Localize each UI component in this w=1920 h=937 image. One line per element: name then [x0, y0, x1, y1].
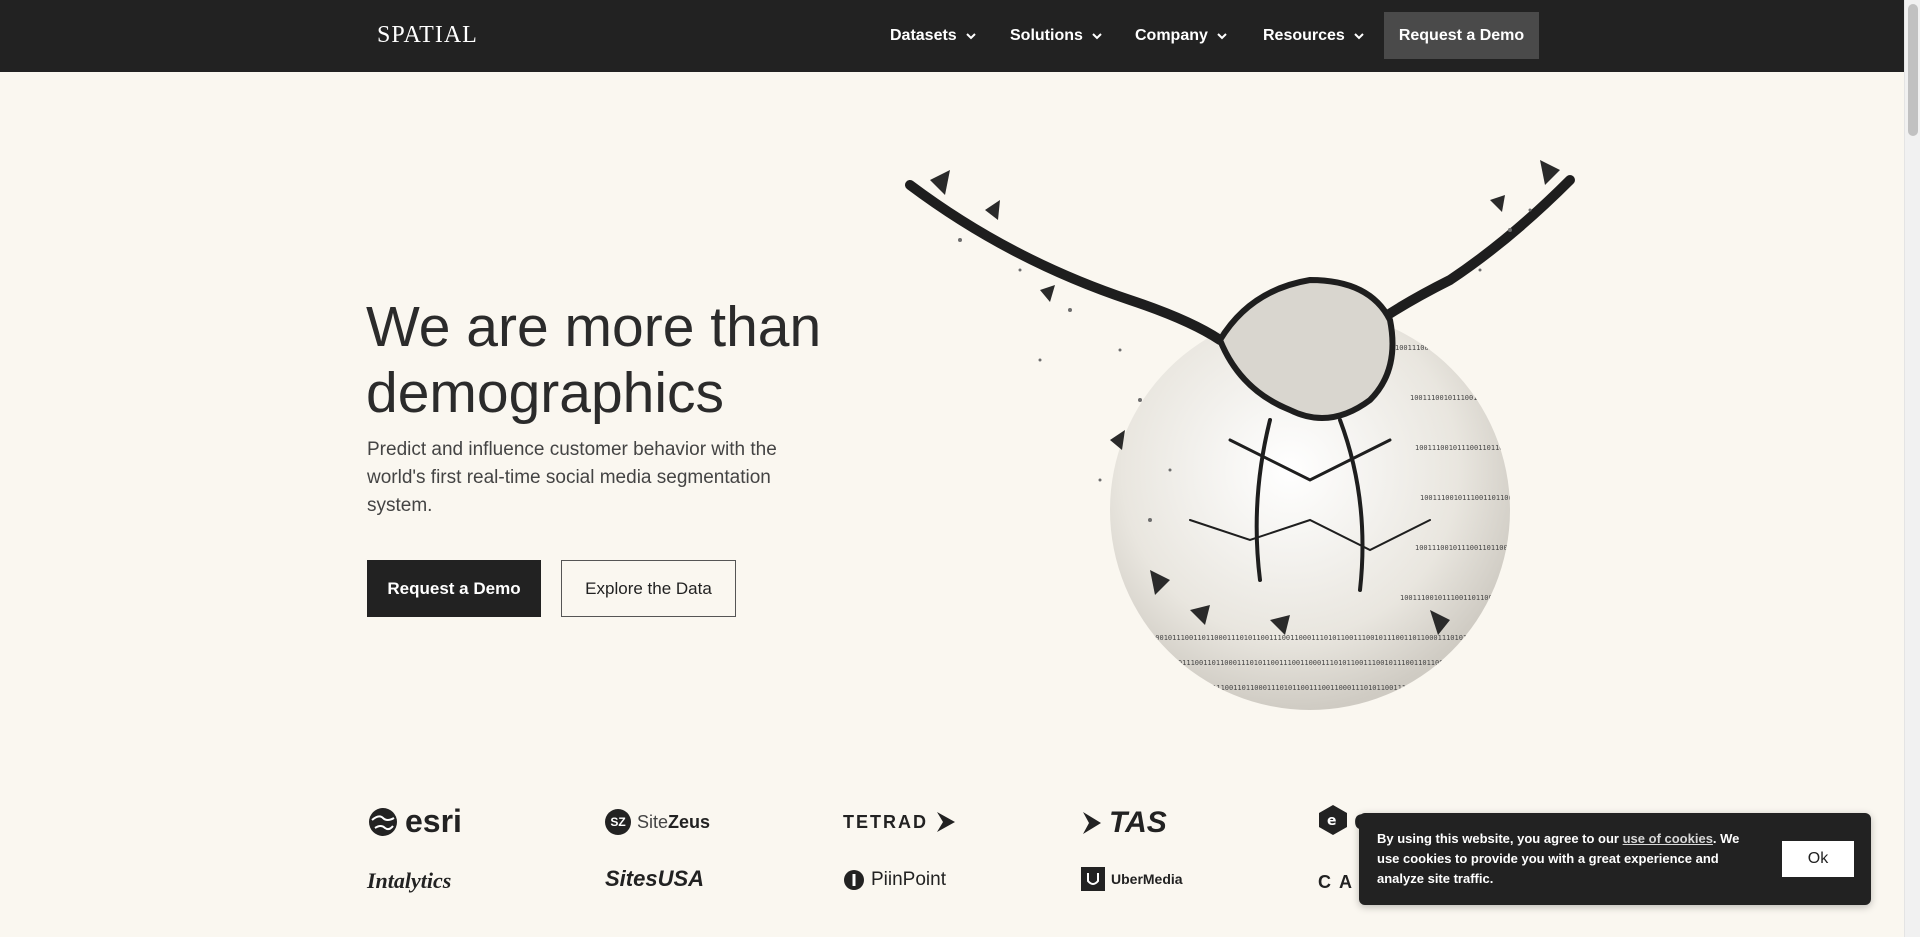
- svg-text:e: e: [1327, 813, 1337, 829]
- binary-text: 1001110010111001101100011101011001110011…: [1170, 684, 1590, 692]
- chevron-down-icon: [1354, 33, 1364, 40]
- logo-sitezeus: SZ Site Zeus: [605, 809, 710, 835]
- play-icon: [937, 812, 955, 832]
- logo-sitezeus-text-a: Site: [637, 811, 669, 832]
- explore-data-button[interactable]: Explore the Data: [561, 560, 736, 617]
- ubermedia-icon: [1081, 867, 1105, 891]
- header-request-demo-button[interactable]: Request a Demo: [1384, 12, 1539, 59]
- chevron-down-icon: [965, 33, 976, 40]
- binary-text: 1001110010111001101100011101011001110011…: [1415, 544, 1590, 552]
- play-icon: [1083, 812, 1101, 834]
- page-scrollbar[interactable]: [1904, 0, 1920, 937]
- logo-sitesusa: SitesUSA: [605, 866, 704, 892]
- scrollbar-thumb[interactable]: [1908, 4, 1918, 136]
- logo-tetrad: TETRAD: [843, 810, 958, 834]
- logo-tas: TAS: [1081, 806, 1167, 840]
- logo-intalytics-text: Intalytics: [367, 868, 452, 893]
- cookie-policy-link[interactable]: use of cookies: [1623, 831, 1713, 846]
- nav-solutions[interactable]: Solutions: [1010, 24, 1103, 48]
- cookie-message: By using this website, you agree to our …: [1377, 829, 1757, 889]
- logo-esri-text: esri: [405, 803, 462, 839]
- nav-resources[interactable]: Resources: [1263, 24, 1365, 48]
- hexagon-icon: e: [1319, 805, 1347, 835]
- globe-icon: [369, 807, 397, 836]
- hero-title: We are more than demographics: [366, 295, 822, 425]
- nav-company[interactable]: Company: [1135, 24, 1228, 48]
- logo-piinpoint-text: PiinPoint: [871, 869, 946, 890]
- binary-text: 1001110010111001101100011101011001110011…: [1410, 394, 1590, 402]
- logo-partial-ca: CA: [1318, 872, 1360, 893]
- logo-tas-text: TAS: [1109, 806, 1167, 839]
- cookie-ok-button[interactable]: Ok: [1782, 841, 1854, 877]
- binary-text: 1001110010111001101100011101011001110011…: [1415, 444, 1590, 452]
- nav-solutions-label: Solutions: [1010, 27, 1083, 44]
- hero-illustration: 1001110010111001101100011101011001110011…: [905, 160, 1590, 710]
- logo-sitezeus-text-b: Zeus: [668, 811, 711, 832]
- logo-tetrad-text: TETRAD: [843, 811, 928, 832]
- chevron-down-icon: [1217, 33, 1227, 40]
- hero-request-demo-button[interactable]: Request a Demo: [367, 560, 541, 617]
- nav-company-label: Company: [1135, 27, 1208, 44]
- pin-icon: [844, 870, 864, 890]
- site-logo[interactable]: SPATIAL: [377, 22, 478, 49]
- cookie-text-before: By using this website, you agree to our: [1377, 831, 1623, 846]
- logo-sitesusa-text: SitesUSA: [605, 866, 705, 891]
- logo-intalytics: Intalytics: [367, 868, 451, 894]
- logo-esri: esri: [367, 803, 462, 840]
- hero-subtitle: Predict and influence customer behavior …: [367, 439, 777, 516]
- chevron-down-icon: [1092, 33, 1102, 40]
- logo-ubermedia-text: UberMedia: [1111, 871, 1183, 887]
- logo-piinpoint: PiinPoint: [843, 869, 946, 891]
- binary-text: 1001110010111001101100011101011001110011…: [1395, 344, 1590, 352]
- nav-datasets-label: Datasets: [890, 27, 957, 44]
- nav-datasets[interactable]: Datasets: [890, 24, 977, 48]
- logo-partial-ca-text: CA: [1318, 872, 1360, 892]
- binary-text: 1001110010111001101100011101011001110011…: [1140, 659, 1590, 667]
- binary-text: 1001110010111001101100011101011001110011…: [1130, 634, 1590, 642]
- logo-ubermedia: UberMedia: [1081, 867, 1183, 891]
- sitezeus-badge: SZ: [605, 809, 631, 835]
- binary-text: 1001110010111001101100011101011001110011…: [1420, 494, 1590, 502]
- binary-text: 1001110010111001101100011101011001110011…: [1400, 594, 1590, 602]
- nav-resources-label: Resources: [1263, 27, 1345, 44]
- cookie-banner: By using this website, you agree to our …: [1359, 813, 1871, 905]
- top-navigation-bar: SPATIAL Datasets Solutions Company Resou…: [0, 0, 1904, 72]
